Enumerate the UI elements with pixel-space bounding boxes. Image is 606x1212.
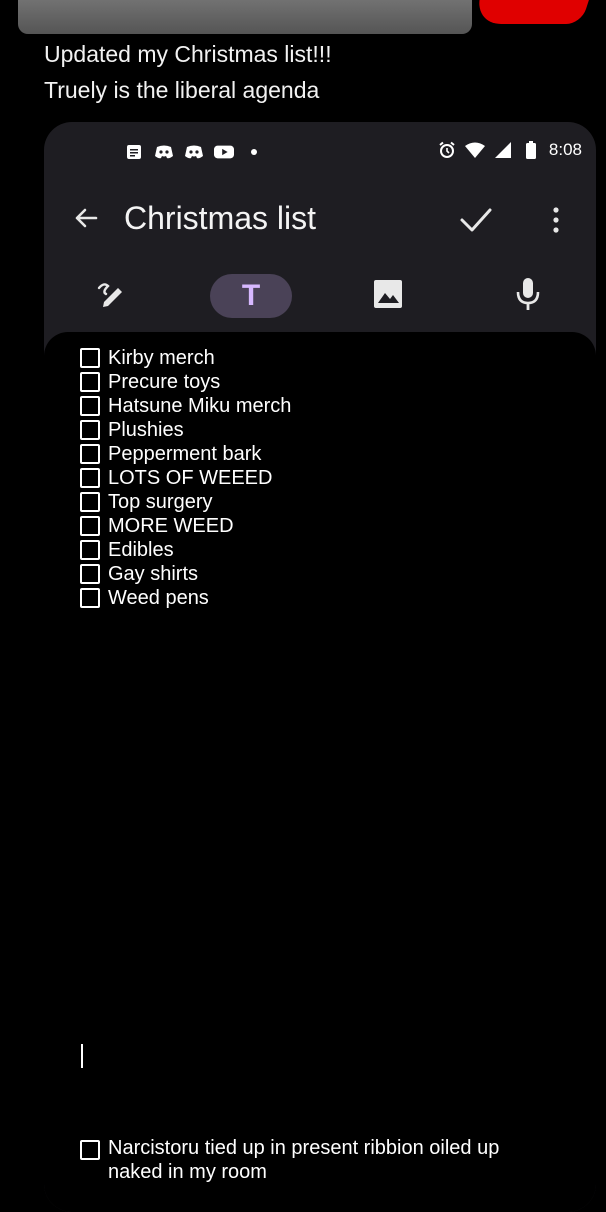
youtube-icon [214, 142, 234, 162]
checkbox[interactable] [80, 444, 100, 464]
checklist-item-text: LOTS OF WEEED [108, 466, 273, 489]
checkbox[interactable] [80, 348, 100, 368]
checklist-item-text: Narcistoru tied up in present ribbion oi… [108, 1137, 500, 1183]
battery-icon [521, 140, 541, 160]
checkbox[interactable] [80, 1140, 100, 1160]
checklist-item[interactable]: Plushies [80, 418, 291, 442]
voice-tool-button[interactable] [504, 274, 552, 318]
notes-icon [124, 142, 144, 162]
checklist-item-text: Kirby merch [108, 346, 215, 369]
text-mode-glyph: T [241, 279, 261, 312]
phone-screenshot: 8:08 Christmas list T Kirby merch Precur… [44, 122, 596, 1212]
microphone-icon [514, 277, 542, 316]
discord-icon [184, 142, 204, 162]
note-body[interactable]: Kirby merch Precure toys Hatsune Miku merc… [44, 332, 596, 1212]
discord-icon [154, 142, 174, 162]
signal-icon [493, 140, 513, 160]
checkbox[interactable] [80, 420, 100, 440]
checklist-item-text: Gay shirts [108, 562, 199, 585]
checklist-item-text: Weed pens [108, 586, 209, 609]
system-status-icons: 8:08 [437, 140, 582, 160]
dot-icon [244, 142, 264, 162]
alarm-icon [437, 140, 457, 160]
text-tool-button[interactable]: T [210, 274, 292, 318]
checklist-item[interactable]: Weed pens [80, 586, 291, 610]
checklist-item[interactable]: Edibles [80, 538, 291, 562]
cropped-image-card [18, 0, 472, 34]
status-time: 8:08 [548, 140, 582, 159]
checkbox[interactable] [80, 540, 100, 560]
post-caption-line: Updated my Christmas list!!! [44, 41, 332, 67]
checklist-item[interactable]: Kirby merch [80, 346, 291, 370]
editor-toolbar: T [44, 268, 596, 324]
text-cursor [81, 1044, 83, 1068]
checklist-item[interactable]: Narcistoru tied up in present ribbion oi… [80, 1136, 528, 1184]
cropped-red-graphic [471, 0, 591, 24]
wifi-icon [464, 140, 485, 160]
pen-scribble-icon [96, 278, 128, 315]
checkbox[interactable] [80, 516, 100, 536]
image-tool-button[interactable] [364, 274, 412, 318]
checklist-item[interactable]: Precure toys [80, 370, 291, 394]
checkbox[interactable] [80, 492, 100, 512]
post-caption: Updated my Christmas list!!! Truely is t… [44, 36, 332, 108]
checklist-item[interactable]: Pepperment bark [80, 442, 291, 466]
checkbox[interactable] [80, 588, 100, 608]
checklist-item-text: Precure toys [108, 370, 221, 393]
checklist-item-text: Top surgery [108, 490, 213, 513]
draw-tool-button[interactable] [88, 274, 136, 318]
note-title[interactable]: Christmas list [124, 200, 316, 237]
checklist-item-text: Hatsune Miku merch [108, 394, 292, 417]
checklist: Kirby merch Precure toys Hatsune Miku merc… [80, 346, 291, 610]
checkbox[interactable] [80, 564, 100, 584]
checklist-item[interactable]: Top surgery [80, 490, 291, 514]
checklist-item[interactable]: LOTS OF WEEED [80, 466, 291, 490]
checkbox[interactable] [80, 372, 100, 392]
notification-icons [124, 142, 264, 162]
checkbox[interactable] [80, 396, 100, 416]
checklist-item[interactable]: MORE WEED [80, 514, 291, 538]
more-options-icon[interactable] [544, 202, 568, 238]
save-check-icon[interactable] [456, 200, 496, 240]
back-arrow-icon[interactable] [70, 202, 102, 234]
status-bar: 8:08 [44, 122, 596, 182]
app-bar: Christmas list [44, 182, 596, 258]
checklist-item-text: Edibles [108, 538, 174, 561]
checklist-item-text: Pepperment bark [108, 442, 262, 465]
checkbox[interactable] [80, 468, 100, 488]
image-icon [372, 278, 404, 315]
checklist-item-text: Plushies [108, 418, 184, 441]
checklist-item[interactable]: Gay shirts [80, 562, 291, 586]
post-caption-line: Truely is the liberal agenda [44, 77, 320, 103]
checklist-item-text: MORE WEED [108, 514, 234, 537]
checklist-item[interactable]: Hatsune Miku merch [80, 394, 291, 418]
